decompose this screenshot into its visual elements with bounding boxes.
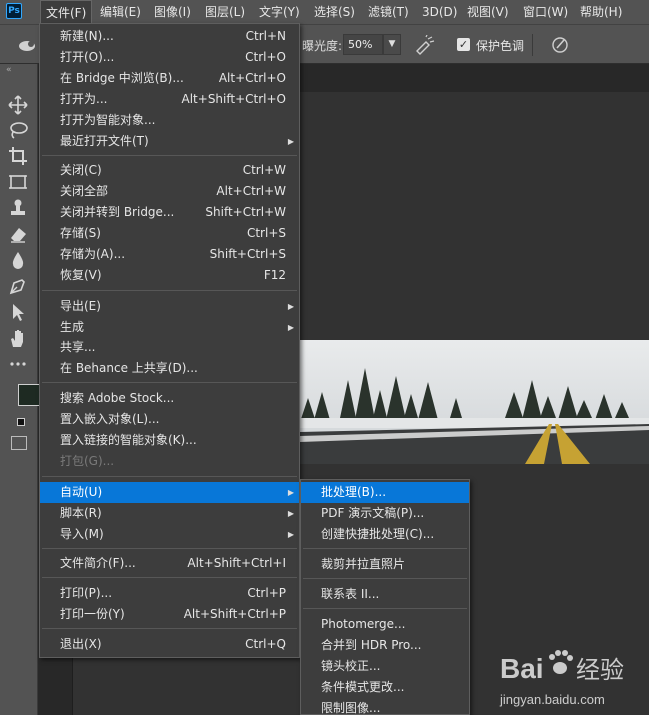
paw-icon — [549, 650, 573, 674]
menu-separator — [42, 382, 297, 383]
menu-item-export[interactable]: 导出(E) ▶ — [40, 296, 299, 317]
exposure-input[interactable]: 50% — [343, 34, 383, 55]
menu-separator — [42, 155, 297, 156]
menu-3d[interactable]: 3D(D) — [417, 0, 462, 24]
menu-bar: Ps 文件(F) 编辑(E) 图像(I) 图层(L) 文字(Y) 选择(S) 滤… — [0, 0, 649, 24]
menu-item-file-info[interactable]: 文件简介(F)... Alt+Shift+Ctrl+I — [40, 553, 299, 574]
lasso-tool-icon[interactable] — [7, 119, 29, 141]
menu-image[interactable]: 图像(I) — [149, 0, 196, 24]
menu-item-close-go-bridge[interactable]: 关闭并转到 Bridge... Shift+Ctrl+W — [40, 202, 299, 223]
menu-item-share[interactable]: 共享... — [40, 337, 299, 358]
menu-item-close-all[interactable]: 关闭全部 Alt+Ctrl+W — [40, 181, 299, 202]
quick-mask-icon[interactable] — [11, 436, 27, 450]
collapse-icon[interactable]: « — [6, 65, 12, 75]
protect-tones-label: 保护色调 — [476, 39, 525, 53]
hand-tool-icon[interactable] — [7, 327, 29, 349]
menu-item-contact-sheet[interactable]: 联系表 II... — [301, 584, 469, 605]
default-colors-icon[interactable] — [17, 418, 25, 426]
menu-item-exit[interactable]: 退出(X) Ctrl+Q — [40, 634, 299, 655]
menu-type[interactable]: 文字(Y) — [254, 0, 305, 24]
menu-item-import[interactable]: 导入(M) ▶ — [40, 524, 299, 545]
more-tools-icon[interactable] — [7, 353, 29, 375]
foreground-color-swatch[interactable] — [18, 384, 40, 406]
menu-separator — [42, 628, 297, 629]
move-tool-icon[interactable] — [7, 94, 29, 116]
menu-item-search-adobe-stock[interactable]: 搜索 Adobe Stock... — [40, 388, 299, 409]
menu-item-generate[interactable]: 生成 ▶ — [40, 317, 299, 338]
menu-separator — [42, 290, 297, 291]
submenu-arrow-icon: ▶ — [287, 530, 294, 539]
pen-tool-icon[interactable] — [7, 275, 29, 297]
menu-select[interactable]: 选择(S) — [309, 0, 360, 24]
menu-item-open-smart-object[interactable]: 打开为智能对象... — [40, 110, 299, 131]
submenu-arrow-icon: ▶ — [287, 509, 294, 518]
menu-item-share-behance[interactable]: 在 Behance 上共享(D)... — [40, 358, 299, 379]
path-select-tool-icon[interactable] — [7, 301, 29, 323]
watermark-brand-2: 经验 — [576, 656, 624, 684]
menu-separator — [42, 577, 297, 578]
frame-tool-icon[interactable] — [7, 171, 29, 193]
file-menu: 新建(N)... Ctrl+N 打开(O)... Ctrl+O 在 Bridge 中… — [39, 23, 300, 658]
menu-edit[interactable]: 编辑(E) — [95, 0, 146, 24]
menu-item-automate[interactable]: 自动(U) ▶ — [40, 482, 299, 503]
menu-item-save-as[interactable]: 存储为(A)... Shift+Ctrl+S — [40, 244, 299, 265]
watermark-brand: Bai — [500, 653, 544, 684]
menu-item-pdf-presentation[interactable]: PDF 演示文稿(P)... — [301, 503, 469, 524]
exposure-label: 曝光度: — [302, 39, 343, 53]
menu-item-lens-correction[interactable]: 镜头校正... — [301, 656, 469, 677]
crop-tool-icon[interactable] — [7, 145, 29, 167]
submenu-arrow-icon: ▶ — [287, 302, 294, 311]
automate-submenu: 批处理(B)... PDF 演示文稿(P)... 创建快捷批处理(C)... 裁… — [300, 479, 470, 715]
menu-separator — [303, 548, 467, 549]
tool-preset-icon[interactable] — [18, 38, 38, 52]
menu-item-new[interactable]: 新建(N)... Ctrl+N — [40, 26, 299, 47]
menu-item-place-linked[interactable]: 置入链接的智能对象(K)... — [40, 430, 299, 451]
menu-separator — [303, 578, 467, 579]
menu-item-save[interactable]: 存储(S) Ctrl+S — [40, 223, 299, 244]
menu-item-fit-image[interactable]: 限制图像... — [301, 698, 469, 715]
baidu-jingyan-watermark: Bai 经验 jingyan.baidu.com — [499, 650, 624, 707]
menu-separator — [42, 548, 297, 549]
menu-item-create-droplet[interactable]: 创建快捷批处理(C)... — [301, 524, 469, 545]
photoshop-logo: Ps — [6, 3, 22, 19]
submenu-arrow-icon: ▶ — [287, 488, 294, 497]
menu-window[interactable]: 窗口(W) — [518, 0, 573, 24]
protect-tones-checkbox[interactable]: ✓ — [457, 38, 470, 51]
menu-item-package: 打包(G)... — [60, 454, 115, 468]
menu-view[interactable]: 视图(V) — [462, 0, 514, 24]
eraser-tool-icon[interactable] — [7, 223, 29, 245]
menu-item-open[interactable]: 打开(O)... Ctrl+O — [40, 47, 299, 68]
menu-item-open-as[interactable]: 打开为... Alt+Shift+Ctrl+O — [40, 89, 299, 110]
menu-layer[interactable]: 图层(L) — [200, 0, 250, 24]
menu-help[interactable]: 帮助(H) — [575, 0, 627, 24]
chevron-down-icon[interactable]: ▼ — [383, 34, 401, 55]
menu-item-scripts[interactable]: 脚本(R) ▶ — [40, 503, 299, 524]
menu-item-photomerge[interactable]: Photomerge... — [301, 614, 469, 635]
submenu-arrow-icon: ▶ — [287, 323, 294, 332]
menu-item-revert[interactable]: 恢复(V) F12 — [40, 265, 299, 286]
menu-item-recent-files[interactable]: 最近打开文件(T) ▶ — [40, 131, 299, 152]
stamp-tool-icon[interactable] — [7, 197, 29, 219]
menu-separator — [42, 476, 297, 477]
options-divider — [532, 34, 533, 56]
watermark-url: jingyan.baidu.com — [499, 692, 605, 707]
road-snow-photo — [300, 340, 649, 464]
menu-item-close[interactable]: 关闭(C) Ctrl+W — [40, 160, 299, 181]
menu-item-batch[interactable]: 批处理(B)... — [301, 482, 469, 503]
airbrush-icon[interactable] — [414, 35, 436, 55]
menu-item-place-embedded[interactable]: 置入嵌入对象(L)... — [40, 409, 299, 430]
menu-item-print-one-copy[interactable]: 打印一份(Y) Alt+Shift+Ctrl+P — [40, 604, 299, 625]
menu-item-browse-bridge[interactable]: 在 Bridge 中浏览(B)... Alt+Ctrl+O — [40, 68, 299, 89]
menu-item-print[interactable]: 打印(P)... Ctrl+P — [40, 583, 299, 604]
menu-item-conditional-mode[interactable]: 条件模式更改... — [301, 677, 469, 698]
menu-file[interactable]: 文件(F) — [40, 0, 93, 24]
menu-separator — [303, 608, 467, 609]
menu-item-crop-straighten[interactable]: 裁剪并拉直照片 — [301, 554, 469, 575]
pressure-icon[interactable] — [549, 35, 571, 55]
blur-tool-icon[interactable] — [7, 249, 29, 271]
submenu-arrow-icon: ▶ — [287, 137, 294, 146]
tool-panel: « — [0, 64, 40, 715]
menu-filter[interactable]: 滤镜(T) — [363, 0, 414, 24]
menu-item-merge-hdr[interactable]: 合并到 HDR Pro... — [301, 635, 469, 656]
